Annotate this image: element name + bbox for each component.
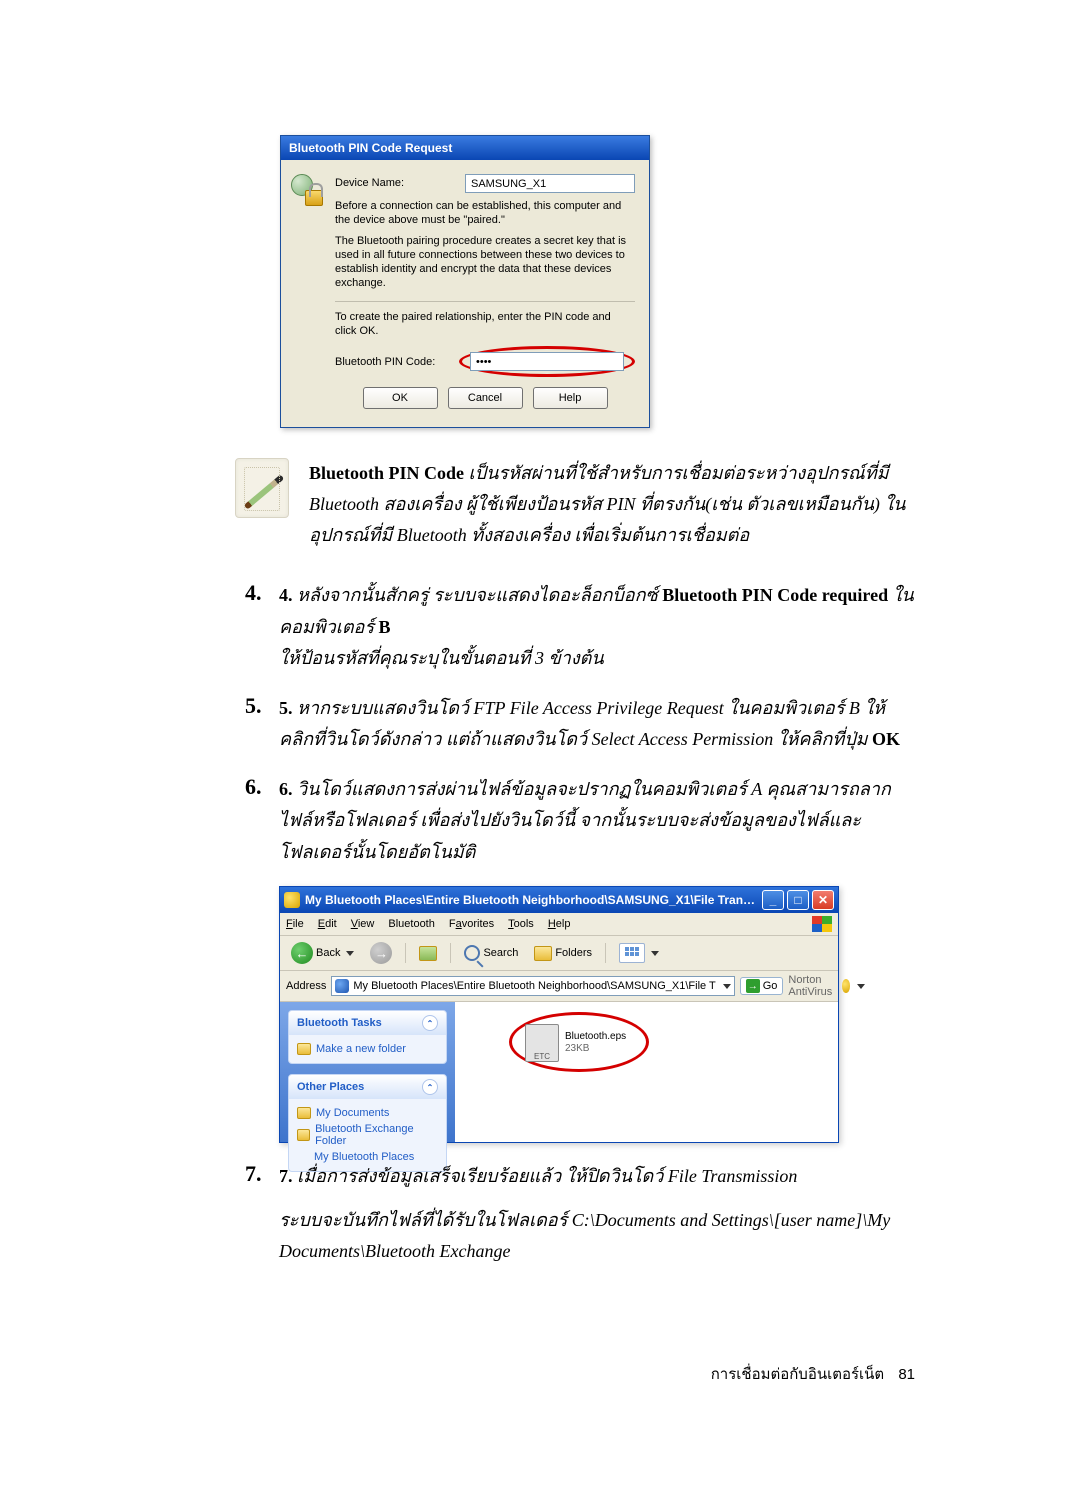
device-name-input[interactable] xyxy=(465,174,635,193)
norton-icon xyxy=(842,979,851,993)
menu-edit[interactable]: Edit xyxy=(318,918,337,930)
address-bar: Address My Bluetooth Places\Entire Bluet… xyxy=(280,971,838,1002)
step-5: 5. 5. หากระบบแสดงวินโดว์ FTP File Access… xyxy=(245,693,915,756)
toolbar: ←Back → Search Folders xyxy=(280,936,838,971)
step-number: 5. xyxy=(245,693,279,756)
note-text: Bluetooth PIN Code เป็นรหัสผ่านที่ใช้สำห… xyxy=(309,458,915,550)
section-title: การเชื่อมต่อกับอินเตอร์เน็ต xyxy=(711,1366,884,1383)
go-button[interactable]: →Go xyxy=(740,977,784,995)
file-pane[interactable]: ETC Bluetooth.eps 23KB xyxy=(455,1002,838,1142)
maximize-button[interactable]: □ xyxy=(787,890,809,910)
help-button[interactable]: Help xyxy=(533,387,608,409)
step-body: 6. วินโดว์แสดงการส่งผ่านไฟล์ข้อมูลจะปราก… xyxy=(279,774,915,869)
file-name: Bluetooth.eps xyxy=(565,1031,626,1043)
collapse-icon[interactable]: ⌃ xyxy=(422,1079,438,1095)
step-6: 6. 6. วินโดว์แสดงการส่งผ่านไฟล์ข้อมูลจะป… xyxy=(245,774,915,869)
menu-tools[interactable]: Tools xyxy=(508,918,534,930)
dialog-text-2: The Bluetooth pairing procedure creates … xyxy=(335,234,635,291)
menu-bluetooth[interactable]: Bluetooth xyxy=(388,918,434,930)
bluetooth-tasks-box: Bluetooth Tasks ⌃ Make a new folder xyxy=(288,1010,447,1064)
menu-view[interactable]: View xyxy=(351,918,375,930)
pin-highlight-annotation xyxy=(459,346,635,377)
address-label: Address xyxy=(286,980,326,992)
dialog-text-3: To create the paired relationship, enter… xyxy=(335,310,635,339)
cancel-button[interactable]: Cancel xyxy=(448,387,523,409)
explorer-window: My Bluetooth Places\Entire Bluetooth Nei… xyxy=(279,886,839,1143)
note-block: Bluetooth PIN Code เป็นรหัสผ่านที่ใช้สำห… xyxy=(235,458,915,550)
page-number: 81 xyxy=(898,1366,915,1383)
step-number: 6. xyxy=(245,774,279,869)
other-places-title: Other Places xyxy=(297,1081,364,1093)
page-footer: การเชื่อมต่อกับอินเตอร์เน็ต 81 xyxy=(711,1362,915,1386)
other-places-box: Other Places ⌃ My Documents Bluetooth Exc… xyxy=(288,1074,447,1172)
step-4: 4. 4. หลังจากนั้นสักครู่ ระบบจะแสดงไดอะล… xyxy=(245,580,915,675)
tasks-panel: Bluetooth Tasks ⌃ Make a new folder Other… xyxy=(280,1002,455,1142)
bluetooth-exchange-link[interactable]: Bluetooth Exchange Folder xyxy=(297,1121,438,1149)
window-titlebar[interactable]: My Bluetooth Places\Entire Bluetooth Nei… xyxy=(280,887,838,913)
window-title: My Bluetooth Places\Entire Bluetooth Nei… xyxy=(305,893,759,907)
pin-code-input[interactable] xyxy=(470,352,624,371)
up-button[interactable] xyxy=(414,944,442,963)
bluetooth-icon xyxy=(335,979,349,993)
search-icon xyxy=(464,945,480,961)
search-button[interactable]: Search xyxy=(459,943,523,963)
step-number: 4. xyxy=(245,580,279,675)
forward-button[interactable]: → xyxy=(365,940,397,966)
pairing-lock-icon xyxy=(291,174,325,208)
window-icon xyxy=(284,892,300,908)
ok-button[interactable]: OK xyxy=(363,387,438,409)
minimize-button[interactable]: _ xyxy=(762,890,784,910)
step-body: 7. เมื่อการส่งข้อมูลเสร็จเรียบร้อยแล้ว ใ… xyxy=(279,1161,915,1268)
views-button[interactable] xyxy=(614,941,664,965)
norton-antivirus[interactable]: Norton AntiVirus xyxy=(788,974,865,998)
device-name-label: Device Name: xyxy=(335,176,465,190)
my-documents-link[interactable]: My Documents xyxy=(297,1105,438,1121)
step-body: 4. หลังจากนั้นสักครู่ ระบบจะแสดงไดอะล็อก… xyxy=(279,580,915,675)
dialog-title: Bluetooth PIN Code Request xyxy=(281,136,649,160)
step-body: 5. หากระบบแสดงวินโดว์ FTP File Access Pr… xyxy=(279,693,915,756)
note-icon xyxy=(235,458,289,518)
pin-code-label: Bluetooth PIN Code: xyxy=(335,355,459,369)
menu-file[interactable]: FFileile xyxy=(286,918,304,930)
step-7: 7. 7. เมื่อการส่งข้อมูลเสร็จเรียบร้อยแล้… xyxy=(245,1161,915,1268)
file-thumbnail-icon: ETC xyxy=(525,1024,559,1062)
make-new-folder-link[interactable]: Make a new folder xyxy=(297,1041,438,1057)
back-button[interactable]: ←Back xyxy=(286,940,359,966)
file-item[interactable]: ETC Bluetooth.eps 23KB xyxy=(525,1024,626,1062)
folders-button[interactable]: Folders xyxy=(529,944,597,963)
close-button[interactable]: ✕ xyxy=(812,890,834,910)
step-number: 7. xyxy=(245,1161,279,1268)
menu-bar: FFileile Edit View Bluetooth Favorites T… xyxy=(280,913,838,936)
dialog-text-1: Before a connection can be established, … xyxy=(335,199,635,228)
windows-flag-icon xyxy=(812,916,832,932)
collapse-icon[interactable]: ⌃ xyxy=(422,1015,438,1031)
file-size: 23KB xyxy=(565,1043,626,1055)
address-input[interactable]: My Bluetooth Places\Entire Bluetooth Nei… xyxy=(331,976,734,996)
address-dropdown-icon[interactable] xyxy=(723,984,731,989)
folder-icon xyxy=(534,946,552,961)
bluetooth-tasks-title: Bluetooth Tasks xyxy=(297,1017,382,1029)
menu-help[interactable]: Help xyxy=(548,918,571,930)
menu-favorites[interactable]: Favorites xyxy=(449,918,494,930)
bluetooth-pin-dialog: Bluetooth PIN Code Request Device Name: … xyxy=(280,135,650,428)
